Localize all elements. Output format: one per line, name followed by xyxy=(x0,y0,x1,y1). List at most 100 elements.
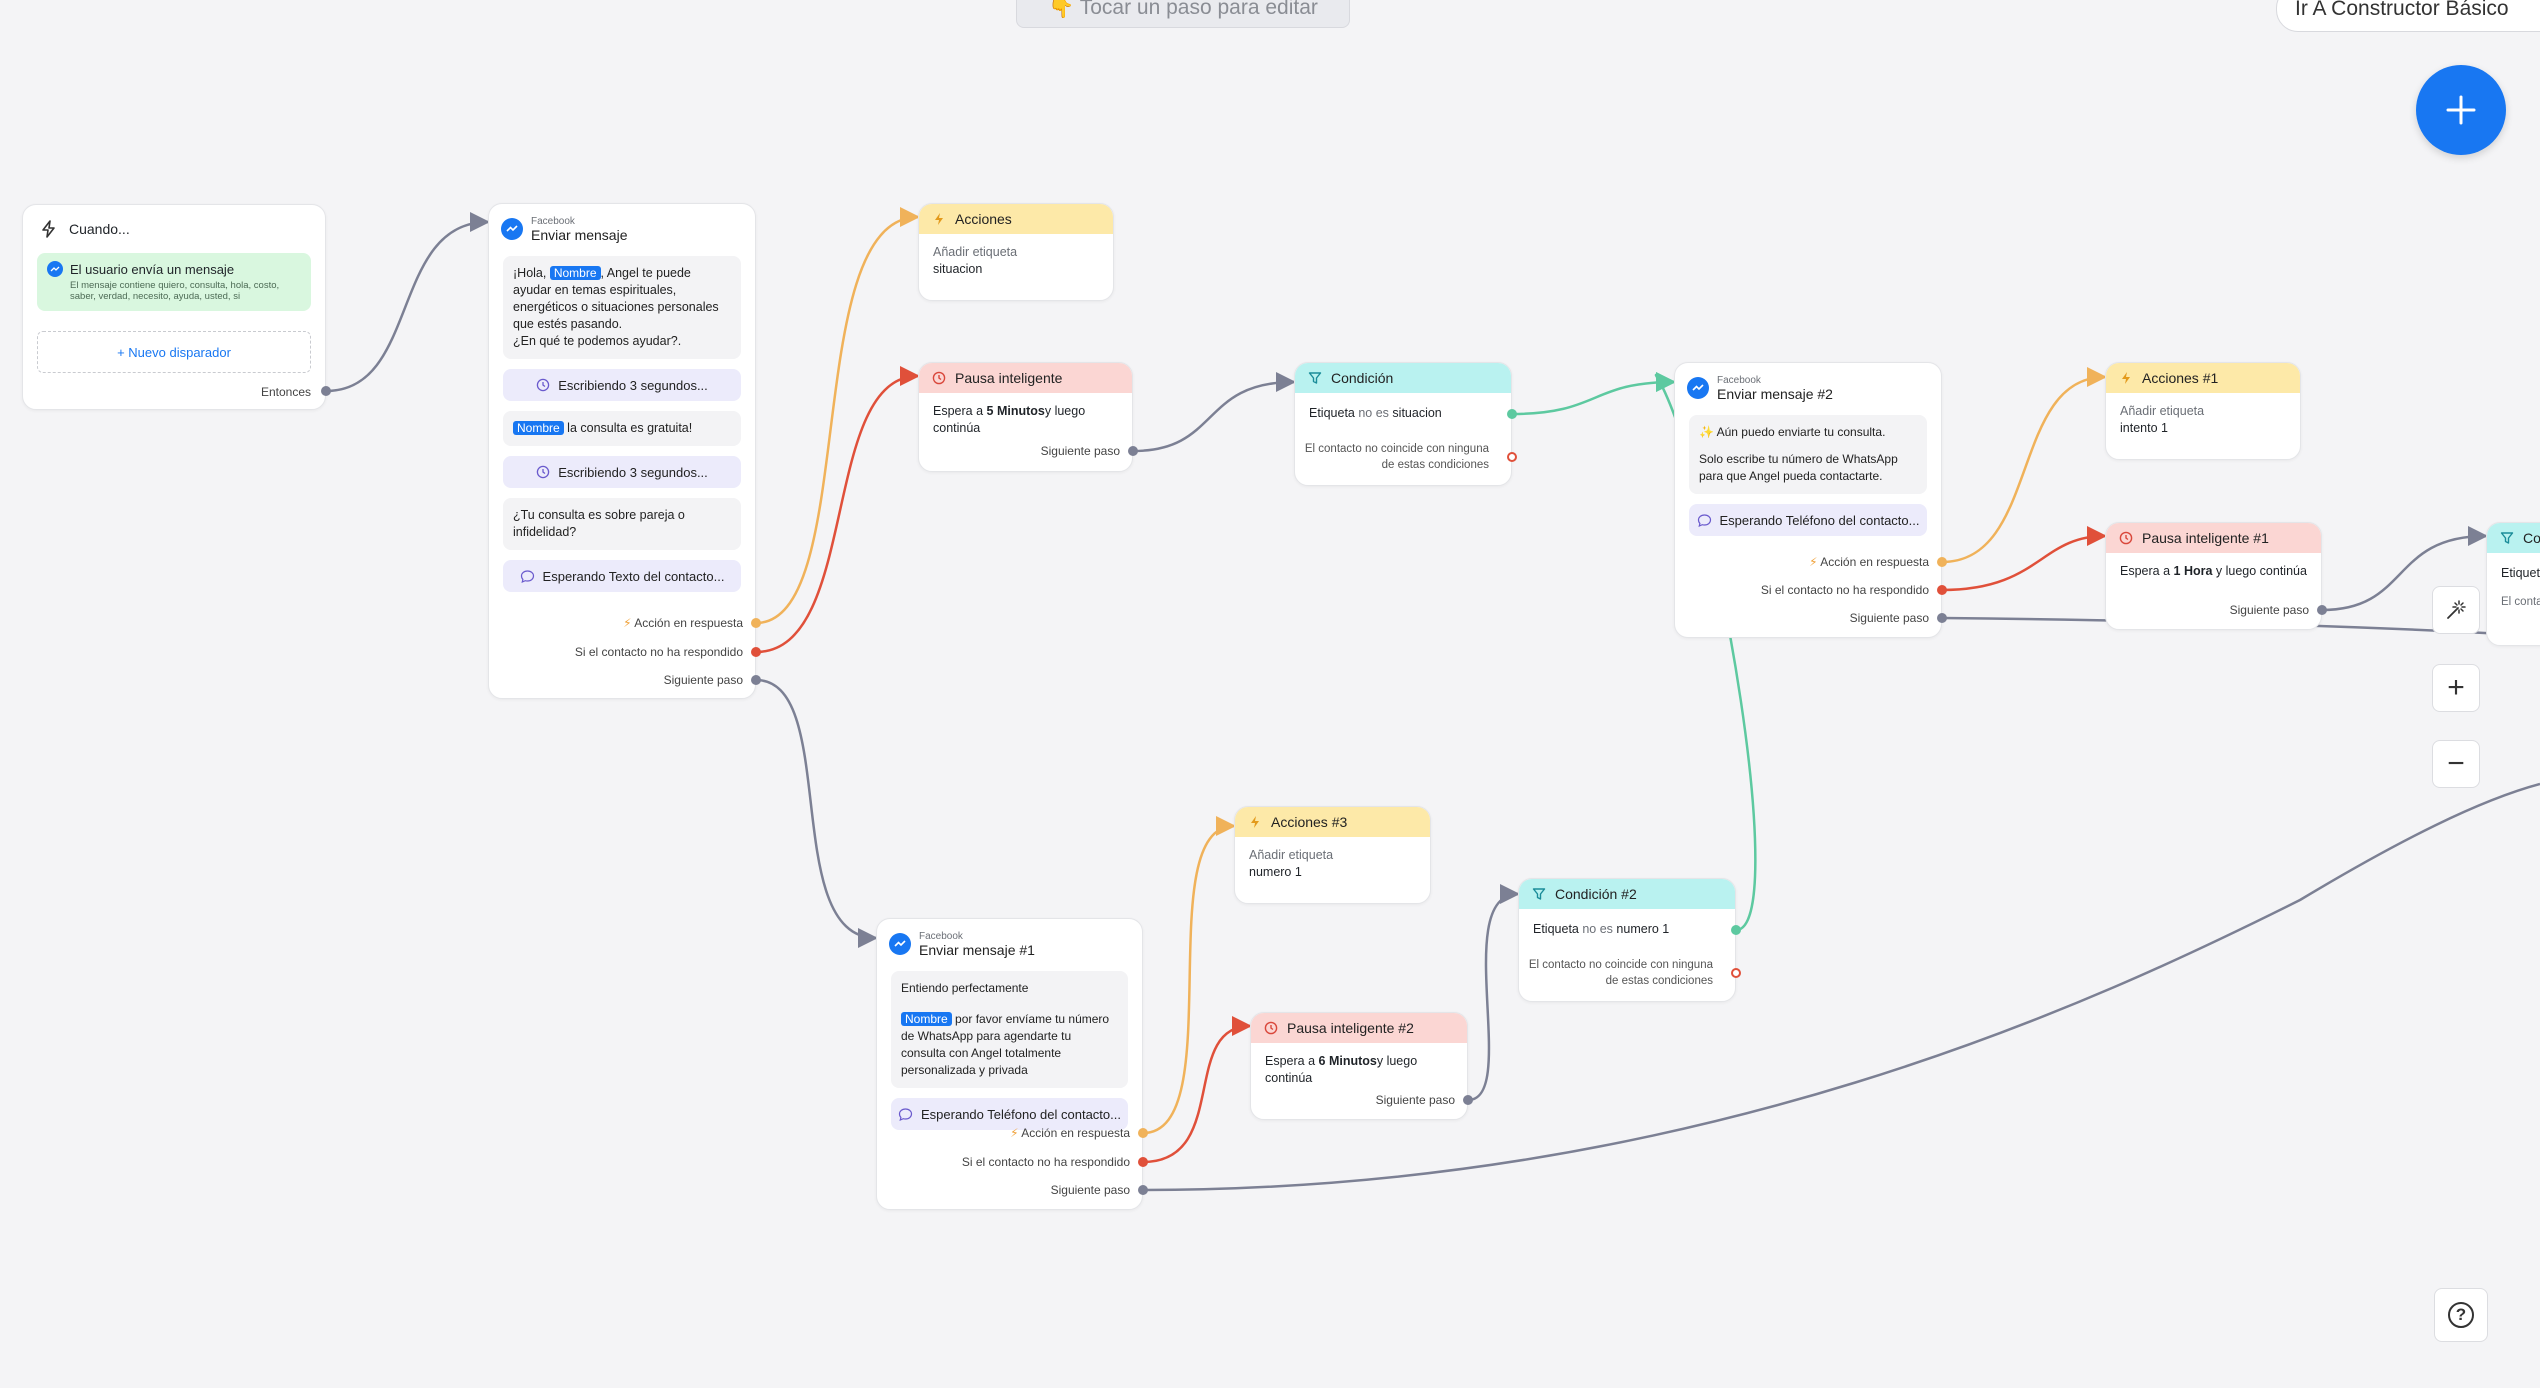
port-action: ⚡ Acción en respuesta xyxy=(623,616,743,630)
message-bubble[interactable]: Nombre la consulta es gratuita! xyxy=(503,411,741,446)
node-title: Acciones xyxy=(955,211,1012,227)
trigger-event[interactable]: El usuario envía un mensaje El mensaje c… xyxy=(37,253,311,311)
chat-icon xyxy=(898,1107,913,1121)
message-bubble[interactable]: ✨ Aún puedo enviarte tu consulta. Solo e… xyxy=(1689,415,1927,494)
text-fragment: Etiqueta xyxy=(1309,406,1359,420)
text-fragment: la consulta es gratuita! xyxy=(563,421,693,435)
trigger-port-dot[interactable] xyxy=(321,386,331,396)
name-variable: Nombre xyxy=(901,1012,952,1026)
condition-node[interactable]: Condición Etiqueta no es situacion El co… xyxy=(1294,362,1512,486)
messenger-icon xyxy=(889,933,911,955)
send-message-node-2[interactable]: Facebook Enviar mensaje #2 ✨ Aún puedo e… xyxy=(1674,362,1942,638)
node-title: Acciones #1 xyxy=(2142,370,2219,386)
wire-msg1-to-pause xyxy=(755,366,920,654)
trigger-title: Cuando... xyxy=(69,221,130,237)
msg1-dot-next[interactable] xyxy=(751,675,761,685)
condition-node-2[interactable]: Condición #2 Etiqueta no es numero 1 El … xyxy=(1518,878,1736,1002)
node-title: Enviar mensaje xyxy=(531,227,628,243)
msg3-dot-no-reply[interactable] xyxy=(1138,1157,1148,1167)
action-label: Añadir etiqueta xyxy=(933,245,1018,259)
lightning-icon xyxy=(1247,814,1263,830)
clock-icon xyxy=(931,370,947,386)
flow-canvas[interactable]: 👇 Tocar un paso para editar Ir A Constru… xyxy=(0,0,2540,1388)
magic-wand-button[interactable] xyxy=(2432,586,2480,634)
port-next: Siguiente paso xyxy=(663,673,743,687)
send-message-node[interactable]: Facebook Enviar mensaje ¡Hola, Nombre, A… xyxy=(488,203,756,699)
node-title: Pausa inteligente xyxy=(955,370,1063,386)
msg3-dot-action[interactable] xyxy=(1138,1128,1148,1138)
actions-node-1[interactable]: Acciones #1 Añadir etiqueta intento 1 xyxy=(2105,362,2301,460)
condition-dot-match[interactable] xyxy=(1507,409,1517,419)
text-fragment: ✨ Aún puedo enviarte tu consulta. xyxy=(1699,425,1886,439)
wire-msg2-to-pause1 xyxy=(1941,526,2107,592)
msg3-dot-next[interactable] xyxy=(1138,1185,1148,1195)
text-fragment: no es xyxy=(1582,922,1613,936)
waiting-input[interactable]: Esperando Texto del contacto... xyxy=(503,560,741,592)
message-bubble[interactable]: Entiendo perfectamente Nombre por favor … xyxy=(891,971,1128,1088)
message-bubble[interactable]: ¡Hola, Nombre, Angel te puede ayudar en … xyxy=(503,256,741,359)
smart-pause-node-1[interactable]: Pausa inteligente #1 Espera a 1 Hora y l… xyxy=(2105,522,2322,630)
clock-icon xyxy=(536,378,550,392)
pause-dot-next[interactable] xyxy=(1128,446,1138,456)
text-fragment: ¡Hola, xyxy=(513,266,550,280)
msg1-dot-action[interactable] xyxy=(751,618,761,628)
channel-label: Facebook xyxy=(919,931,963,942)
msg2-dot-no-reply[interactable] xyxy=(1937,585,1947,595)
condition2-dot-match[interactable] xyxy=(1731,925,1741,935)
condition-else: El contacto no coincide con ninguna de e… xyxy=(1528,959,1713,987)
pause2-dot-next[interactable] xyxy=(1463,1095,1473,1105)
name-variable: Nombre xyxy=(549,266,601,280)
add-step-button[interactable] xyxy=(2416,65,2506,155)
text-fragment: Espera a xyxy=(2120,564,2174,578)
message-bubble[interactable]: ¿Tu consulta es sobre pareja o infidelid… xyxy=(503,498,741,550)
trigger-event-detail: El mensaje contiene quiero, consulta, ho… xyxy=(70,280,280,302)
wire-msg3-to-pause2 xyxy=(1142,1016,1252,1164)
help-button[interactable]: ? xyxy=(2434,1288,2488,1342)
wire-msg3-to-actions3 xyxy=(1142,816,1236,1135)
smart-pause-node-2[interactable]: Pausa inteligente #2 Espera a 6 Minutosy… xyxy=(1250,1012,1468,1120)
msg2-dot-next[interactable] xyxy=(1937,613,1947,623)
pause1-dot-next[interactable] xyxy=(2317,605,2327,615)
basic-builder-button[interactable]: Ir A Constructor Básico xyxy=(2276,0,2540,32)
zoom-out-button[interactable]: − xyxy=(2432,740,2480,788)
clock-icon xyxy=(536,465,550,479)
text-fragment: El conta xyxy=(2501,596,2540,608)
filter-icon xyxy=(1307,370,1323,386)
text-fragment: Solo escribe tu número de WhatsApp para … xyxy=(1699,452,1898,483)
node-title: Condición xyxy=(1331,370,1394,386)
actions-node[interactable]: Acciones Añadir etiqueta situacion xyxy=(918,203,1114,301)
condition-dot-else[interactable] xyxy=(1507,452,1517,462)
typing-delay[interactable]: Escribiendo 3 segundos... xyxy=(503,456,741,488)
pause-duration: 1 Hora xyxy=(2173,564,2213,578)
new-trigger-label: + Nuevo disparador xyxy=(117,344,231,360)
wire-pause2-to-condition2 xyxy=(1467,884,1520,1102)
text-fragment: Etiqueta xyxy=(2501,566,2540,580)
text-fragment: y luego continúa xyxy=(2212,564,2307,578)
condition-else: El contacto no coincide con ninguna de e… xyxy=(1304,443,1489,471)
minus-icon: − xyxy=(2447,747,2465,780)
help-icon: ? xyxy=(2448,1302,2474,1328)
smart-pause-node[interactable]: Pausa inteligente Espera a 5 Minutosy lu… xyxy=(918,362,1133,472)
trigger-node[interactable]: Cuando... El usuario envía un mensaje El… xyxy=(22,204,326,410)
condition-node-partial[interactable]: Cond Etiqueta El conta xyxy=(2486,522,2540,646)
zoom-in-button[interactable]: + xyxy=(2432,664,2480,712)
condition-value: numero 1 xyxy=(1616,922,1670,936)
typing-label: Escribiendo 3 segundos... xyxy=(558,377,708,393)
wire-trigger-to-msg1 xyxy=(325,212,490,393)
waiting-label: Esperando Texto del contacto... xyxy=(542,568,725,584)
node-title: Pausa inteligente #2 xyxy=(1287,1020,1414,1036)
node-title: Condición #2 xyxy=(1555,886,1637,902)
send-message-node-1[interactable]: Facebook Enviar mensaje #1 Entiendo perf… xyxy=(876,918,1143,1210)
typing-delay[interactable]: Escribiendo 3 segundos... xyxy=(503,369,741,401)
text-fragment: Espera a xyxy=(1265,1054,1319,1068)
msg1-dot-no-reply[interactable] xyxy=(751,647,761,657)
msg2-dot-action[interactable] xyxy=(1937,557,1947,567)
waiting-input[interactable]: Esperando Teléfono del contacto... xyxy=(1689,504,1927,536)
chat-icon xyxy=(520,569,534,583)
new-trigger-button[interactable]: + Nuevo disparador xyxy=(37,331,311,373)
actions-node-3[interactable]: Acciones #3 Añadir etiqueta numero 1 xyxy=(1234,806,1431,904)
port-no-reply: Si el contacto no ha respondido xyxy=(574,645,743,659)
trigger-port-then: Entonces xyxy=(260,385,311,399)
text-fragment: Entiendo perfectamente xyxy=(901,981,1029,995)
condition2-dot-else[interactable] xyxy=(1731,968,1741,978)
